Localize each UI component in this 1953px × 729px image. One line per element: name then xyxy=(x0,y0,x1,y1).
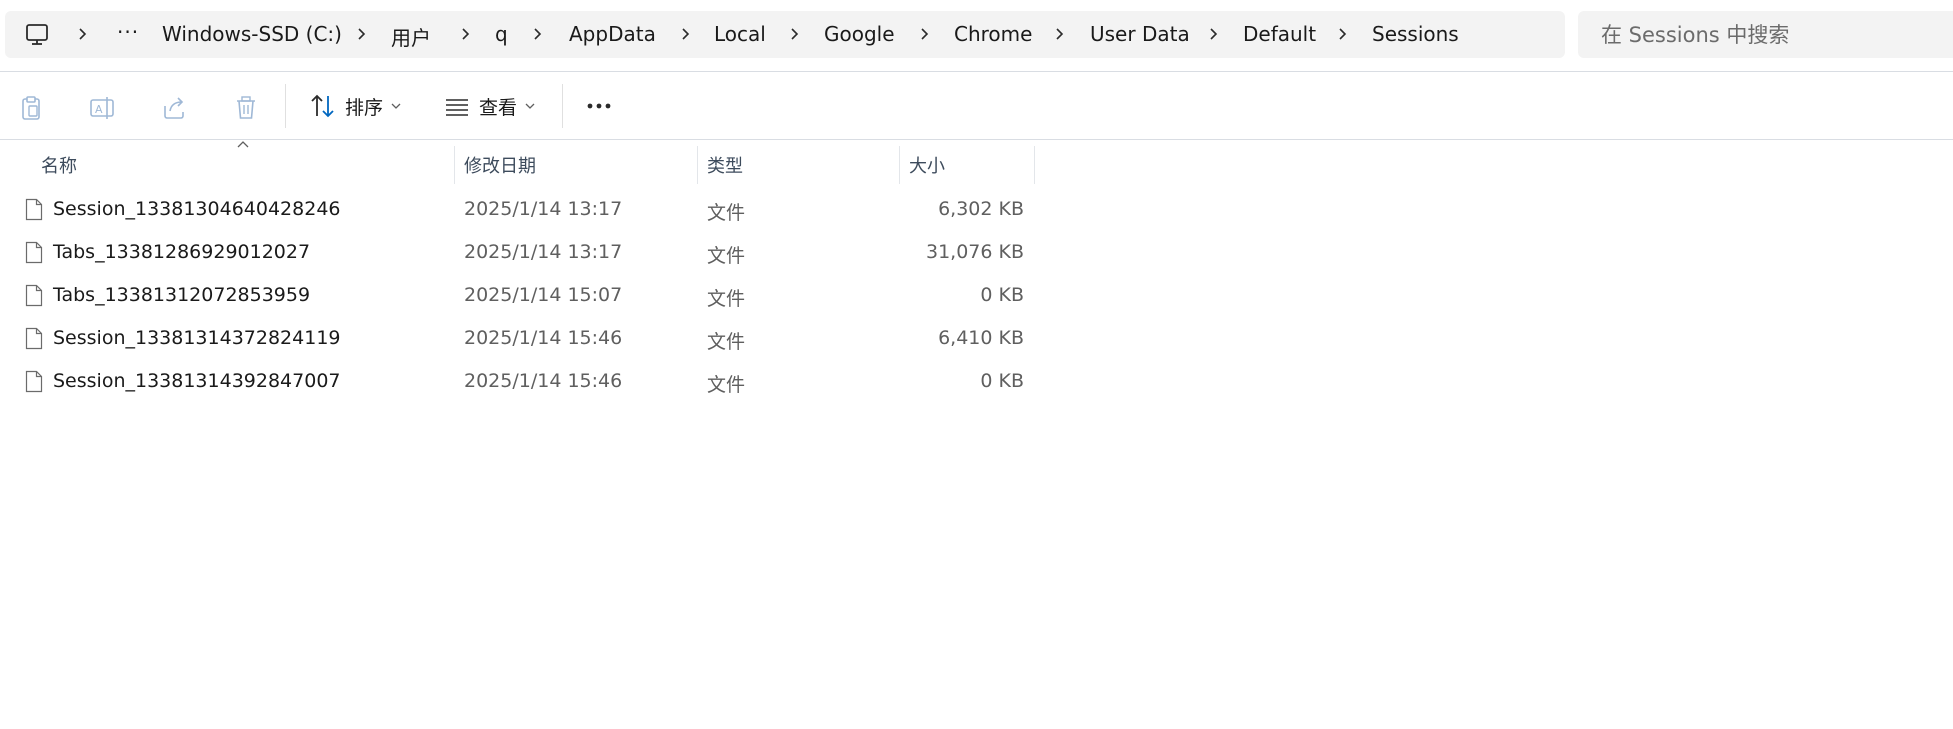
breadcrumb-item-windows-ssd[interactable]: Windows-SSD (C:) xyxy=(162,22,342,46)
breadcrumb[interactable]: ··· Windows-SSD (C:) 用户 q AppData Local … xyxy=(5,11,1565,58)
sort-icon xyxy=(311,94,334,118)
chevron-down-icon xyxy=(525,103,535,109)
command-bar: A 排序 查看 xyxy=(0,72,1953,140)
file-name: Session_13381314392847007 xyxy=(53,370,341,392)
table-row[interactable]: Session_13381314392847007 2025/1/14 15:4… xyxy=(0,361,1040,403)
breadcrumb-item-google[interactable]: Google xyxy=(824,22,895,46)
breadcrumb-item-q[interactable]: q xyxy=(495,22,508,46)
svg-text:A: A xyxy=(95,103,103,116)
chevron-right-icon[interactable] xyxy=(788,23,802,45)
breadcrumb-overflow[interactable]: ··· xyxy=(117,20,139,44)
chevron-right-icon[interactable] xyxy=(76,23,90,45)
table-row[interactable]: Session_13381304640428246 2025/1/14 13:1… xyxy=(0,189,1040,231)
clipboard-icon[interactable] xyxy=(17,94,45,122)
column-header-date[interactable]: 修改日期 xyxy=(464,152,536,178)
column-header-size[interactable]: 大小 xyxy=(909,152,945,178)
chevron-right-icon[interactable] xyxy=(355,23,369,45)
file-type: 文件 xyxy=(707,245,746,267)
breadcrumb-item-local[interactable]: Local xyxy=(714,22,766,46)
column-header-type[interactable]: 类型 xyxy=(707,152,743,178)
file-name: Session_13381304640428246 xyxy=(53,198,341,220)
chevron-right-icon[interactable] xyxy=(918,23,932,45)
file-date: 2025/1/14 15:46 xyxy=(464,370,623,392)
address-bar-area: ··· Windows-SSD (C:) 用户 q AppData Local … xyxy=(0,0,1953,72)
column-divider[interactable] xyxy=(697,146,698,184)
file-icon xyxy=(25,198,43,221)
sort-label: 排序 xyxy=(345,96,384,119)
file-type: 文件 xyxy=(707,331,746,353)
chevron-right-icon[interactable] xyxy=(1207,23,1221,45)
breadcrumb-item-default[interactable]: Default xyxy=(1243,22,1316,46)
column-divider[interactable] xyxy=(899,146,900,184)
chevron-right-icon[interactable] xyxy=(459,23,473,45)
toolbar-divider xyxy=(562,84,563,128)
more-icon xyxy=(587,103,611,109)
file-date: 2025/1/14 15:07 xyxy=(464,284,623,306)
file-name: Tabs_13381312072853959 xyxy=(53,284,311,306)
chevron-right-icon[interactable] xyxy=(1336,23,1350,45)
view-list-icon xyxy=(446,99,468,116)
chevron-right-icon[interactable] xyxy=(679,23,693,45)
file-type: 文件 xyxy=(707,374,746,396)
column-headers: 名称 修改日期 类型 大小 xyxy=(0,140,1040,186)
toolbar-divider xyxy=(285,84,286,128)
sort-button[interactable]: 排序 xyxy=(309,88,401,124)
file-icon xyxy=(25,370,43,393)
trash-icon[interactable] xyxy=(232,94,260,122)
file-date: 2025/1/14 13:17 xyxy=(464,241,623,263)
file-size: 0 KB xyxy=(980,370,1024,392)
more-options-button[interactable] xyxy=(582,88,616,124)
rename-icon[interactable]: A xyxy=(88,94,116,122)
file-icon xyxy=(25,284,43,307)
file-icon xyxy=(25,327,43,350)
search-input[interactable] xyxy=(1599,21,1953,49)
sort-ascending-icon xyxy=(237,141,249,148)
search-box[interactable] xyxy=(1578,11,1953,58)
file-name: Tabs_13381286929012027 xyxy=(53,241,311,263)
file-size: 0 KB xyxy=(980,284,1024,306)
table-row[interactable]: Tabs_13381312072853959 2025/1/14 15:07 文… xyxy=(0,275,1040,317)
file-size: 6,302 KB xyxy=(938,198,1024,220)
view-button[interactable]: 查看 xyxy=(443,88,535,124)
file-date: 2025/1/14 13:17 xyxy=(464,198,623,220)
file-type: 文件 xyxy=(707,288,746,310)
breadcrumb-item-users[interactable]: 用户 xyxy=(391,22,431,51)
breadcrumb-item-chrome[interactable]: Chrome xyxy=(954,22,1032,46)
breadcrumb-item-appdata[interactable]: AppData xyxy=(569,22,656,46)
breadcrumb-item-sessions[interactable]: Sessions xyxy=(1372,22,1459,46)
chevron-right-icon[interactable] xyxy=(531,23,545,45)
chevron-down-icon xyxy=(391,103,401,109)
file-icon xyxy=(25,241,43,264)
file-size: 6,410 KB xyxy=(938,327,1024,349)
chevron-right-icon[interactable] xyxy=(1053,23,1067,45)
computer-icon[interactable] xyxy=(23,23,51,47)
file-type: 文件 xyxy=(707,202,746,224)
share-icon[interactable] xyxy=(160,94,188,122)
file-name: Session_13381314372824119 xyxy=(53,327,341,349)
file-size: 31,076 KB xyxy=(925,241,1024,263)
table-row[interactable]: Session_13381314372824119 2025/1/14 15:4… xyxy=(0,318,1040,360)
table-row[interactable]: Tabs_13381286929012027 2025/1/14 13:17 文… xyxy=(0,232,1040,274)
file-date: 2025/1/14 15:46 xyxy=(464,327,623,349)
column-divider[interactable] xyxy=(1034,146,1035,184)
view-label: 查看 xyxy=(479,96,518,119)
column-header-name[interactable]: 名称 xyxy=(41,152,77,178)
breadcrumb-item-user-data[interactable]: User Data xyxy=(1090,22,1190,46)
column-divider[interactable] xyxy=(454,146,455,184)
